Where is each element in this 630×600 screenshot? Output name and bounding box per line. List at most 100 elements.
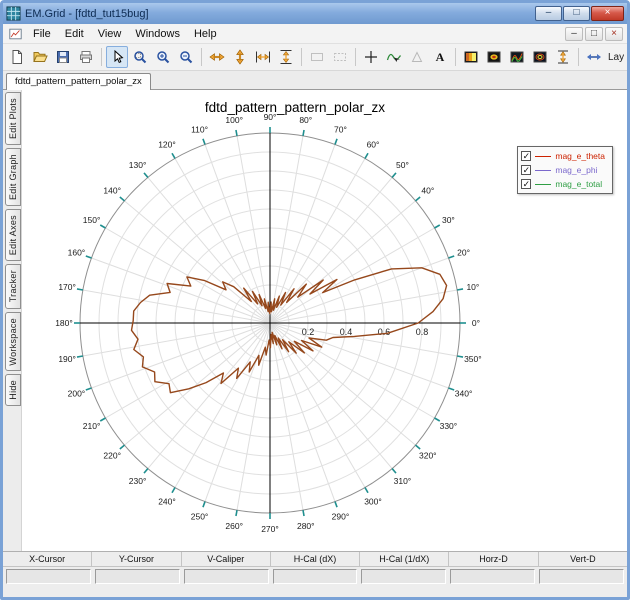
document-icon — [8, 27, 23, 41]
bottom-header-horz-d: Horz-D — [449, 552, 539, 566]
tab-label: fdtd_pattern_pattern_polar_zx — [15, 76, 142, 87]
legend-line-mag-e-total — [535, 183, 552, 185]
angle-label: 80° — [299, 115, 312, 125]
angle-label: 110° — [191, 124, 208, 134]
contour-plot-button[interactable] — [529, 46, 551, 68]
colormap-plot-button[interactable] — [460, 46, 482, 68]
legend: ✓ mag_e_theta ✓ mag_e_phi ✓ mag_e_total — [517, 146, 613, 194]
menu-file[interactable]: File — [26, 26, 58, 42]
cursor-status-headers: X-Cursor Y-Cursor V-Caliper H-Cal (dX) H-Cal… — [3, 552, 627, 567]
angle-tick — [434, 224, 441, 229]
zoom-rect-button — [306, 46, 328, 68]
angle-tick — [171, 152, 176, 159]
side-tab-label: Edit Axes — [8, 215, 18, 256]
angle-label: 310° — [394, 476, 412, 486]
menu-items: File Edit View Windows Help — [26, 26, 224, 42]
side-tab-strip: Edit Plots Edit Graph Edit Axes Tracker Work… — [3, 90, 22, 551]
side-tab-edit-axes[interactable]: Edit Axes — [5, 209, 21, 262]
angle-tick — [171, 487, 176, 494]
image-plot-icon — [487, 51, 501, 63]
open-file-button[interactable] — [29, 46, 51, 68]
expand-horizontal-button[interactable] — [206, 46, 228, 68]
angle-label: 200° — [68, 388, 86, 398]
tab-bar: fdtd_pattern_pattern_polar_zx — [3, 71, 627, 90]
toolbar-separator — [455, 48, 456, 66]
angle-label: 130° — [129, 160, 147, 170]
menu-view[interactable]: View — [91, 26, 129, 42]
angle-label: 40° — [421, 186, 434, 196]
angle-tick — [235, 509, 238, 517]
link-axes-button[interactable] — [583, 46, 605, 68]
side-tab-label: Tracker — [8, 270, 18, 303]
toolbar-separator — [578, 48, 579, 66]
tab-fdtd-pattern-pattern-polar-zx[interactable]: fdtd_pattern_pattern_polar_zx — [6, 73, 151, 90]
legend-checkbox-mag-e-theta[interactable]: ✓ — [521, 151, 532, 161]
angle-tick — [85, 255, 92, 259]
zoom-window-button[interactable] — [129, 46, 151, 68]
maximize-button[interactable]: □ — [563, 6, 590, 21]
side-tab-workspace[interactable]: Workspace — [5, 311, 21, 372]
spread-vertical-button[interactable] — [552, 46, 574, 68]
angle-tick — [76, 288, 84, 291]
waterfall-plot-button[interactable] — [506, 46, 528, 68]
text-annotation-button[interactable]: A — [429, 46, 451, 68]
legend-row-mag-e-total: ✓ mag_e_total — [521, 178, 605, 190]
menu-bar: File Edit View Windows Help – □ × — [3, 24, 627, 44]
angle-tick — [391, 468, 397, 474]
print-button[interactable] — [75, 46, 97, 68]
bottom-header-x-cursor: X-Cursor — [3, 552, 93, 566]
side-tab-edit-plots[interactable]: Edit Plots — [5, 92, 21, 146]
curve-tracker-button[interactable] — [383, 46, 405, 68]
menu-windows[interactable]: Windows — [128, 26, 187, 42]
mdi-minimize-button[interactable]: – — [565, 26, 583, 41]
menu-help[interactable]: Help — [187, 26, 224, 42]
title-bar: EM.Grid - [fdtd_tut15bug] – □ × — [3, 3, 627, 24]
radial-label: 0.6 — [378, 327, 391, 337]
crosshair-tracker-icon — [365, 51, 377, 63]
angle-label: 20° — [457, 248, 470, 258]
angle-label: 270° — [261, 524, 279, 534]
side-tab-edit-graph[interactable]: Edit Graph — [5, 148, 21, 207]
radial-label: 0.8 — [416, 327, 429, 337]
close-button[interactable]: × — [591, 6, 624, 21]
save-button[interactable] — [52, 46, 74, 68]
minimize-button[interactable]: – — [535, 6, 562, 21]
print-icon — [80, 51, 92, 63]
expand-vertical-button[interactable] — [229, 46, 251, 68]
angle-label: 260° — [225, 521, 243, 531]
angle-label: 180° — [55, 318, 73, 328]
zoom-out-button[interactable] — [175, 46, 197, 68]
legend-checkbox-mag-e-phi[interactable]: ✓ — [521, 165, 532, 175]
zoom-window-icon — [134, 51, 147, 64]
zoom-rect-icon — [311, 53, 323, 61]
angle-label: 280° — [297, 521, 315, 531]
angle-label: 100° — [225, 115, 243, 125]
angle-tick — [99, 417, 106, 422]
mdi-restore-button[interactable]: □ — [585, 26, 603, 41]
main-area: Edit Plots Edit Graph Edit Axes Tracker Work… — [3, 90, 627, 551]
fit-vertical-button[interactable] — [275, 46, 297, 68]
zoom-in-button[interactable] — [152, 46, 174, 68]
legend-checkbox-mag-e-total[interactable]: ✓ — [521, 179, 532, 189]
mdi-close-button[interactable]: × — [605, 26, 623, 41]
new-file-button[interactable] — [6, 46, 28, 68]
crosshair-tracker-button[interactable] — [360, 46, 382, 68]
bottom-field-h-cal-1-dx — [361, 569, 447, 584]
angle-label: 230° — [129, 476, 147, 486]
menu-edit[interactable]: Edit — [58, 26, 91, 42]
app-icon — [6, 6, 21, 21]
layout-button[interactable]: Layou — [605, 50, 624, 64]
angle-tick — [235, 129, 238, 137]
side-tab-tracker[interactable]: Tracker — [5, 264, 21, 309]
image-plot-button[interactable] — [483, 46, 505, 68]
bottom-header-h-cal-dx: H-Cal (dX) — [271, 552, 361, 566]
caliper-button — [406, 46, 428, 68]
fit-horizontal-button[interactable] — [252, 46, 274, 68]
angle-tick — [334, 138, 338, 145]
curve-tracker-icon — [386, 53, 402, 62]
bottom-field-horz-d — [450, 569, 536, 584]
side-tab-hide[interactable]: Hide — [5, 374, 21, 406]
legend-row-mag-e-theta: ✓ mag_e_theta — [521, 150, 605, 162]
angle-label: 50° — [396, 160, 409, 170]
select-cursor-button[interactable] — [106, 46, 128, 68]
